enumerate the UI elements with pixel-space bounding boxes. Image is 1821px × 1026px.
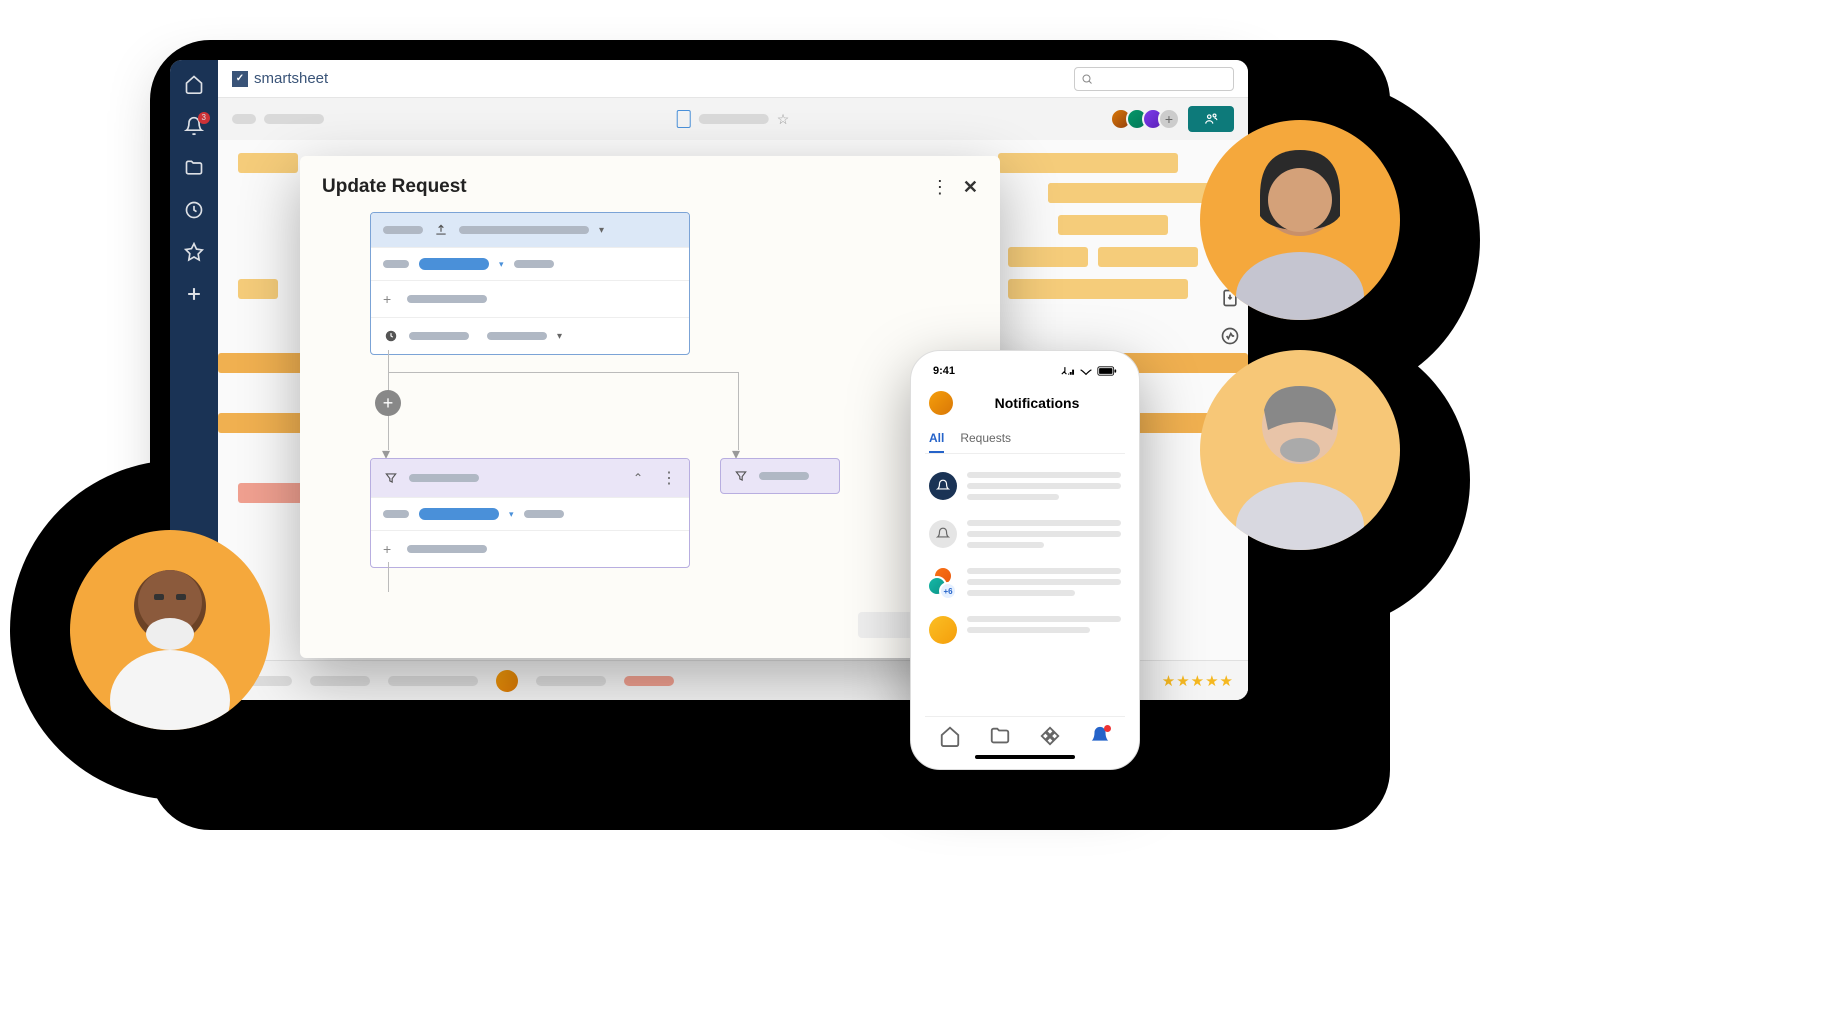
row-chip[interactable]: [419, 258, 489, 270]
star-rating[interactable]: ★★★★★: [1162, 672, 1234, 690]
notification-badge: 3: [198, 112, 210, 124]
row-label: [524, 510, 564, 518]
filter-icon: [733, 468, 749, 484]
update-request-modal: Update Request ⋮ ✕ ▾ ▾ +: [300, 156, 1000, 658]
persona-avatar: [1200, 350, 1400, 550]
phone-bottom-nav: [925, 716, 1125, 751]
clock-icon: [383, 328, 399, 344]
bell-icon: [929, 472, 957, 500]
gantt-bar[interactable]: [238, 153, 298, 173]
row-label: [514, 260, 554, 268]
toolbar-item[interactable]: [264, 114, 324, 124]
footer-item[interactable]: [624, 676, 674, 686]
folder-icon[interactable]: [184, 158, 204, 178]
modal-menu-icon[interactable]: ⋮: [931, 177, 949, 198]
notification-item[interactable]: [925, 510, 1125, 558]
modal-title: Update Request: [322, 176, 467, 198]
card-label: [759, 472, 809, 480]
condition-card-collapsed[interactable]: [720, 458, 840, 494]
notification-item[interactable]: [925, 462, 1125, 510]
flow-connector: [388, 562, 389, 592]
gantt-bar[interactable]: [1008, 247, 1088, 267]
cancel-button[interactable]: [858, 612, 918, 638]
avatar-stack-icon: +6: [929, 568, 957, 596]
activity-icon[interactable]: [1220, 326, 1240, 346]
row-chip[interactable]: [419, 508, 499, 520]
document-icon: [677, 110, 691, 128]
phone-avatar[interactable]: [929, 391, 953, 415]
brand-name: smartsheet: [254, 70, 328, 87]
row-label: [383, 260, 409, 268]
row-label: [407, 545, 487, 553]
card-label: [409, 474, 479, 482]
filter-icon: [383, 470, 399, 486]
bell-icon: [929, 520, 957, 548]
row-label: [409, 332, 469, 340]
add-node-button[interactable]: +: [375, 390, 401, 416]
plus-icon[interactable]: [184, 284, 204, 304]
card-label: [383, 226, 423, 234]
row-label: [383, 510, 409, 518]
home-indicator: [975, 755, 1075, 759]
upload-icon: [433, 222, 449, 238]
phone-tabs: All Requests: [925, 425, 1125, 454]
condition-card[interactable]: ⌃ ⋮ ▾ +: [370, 458, 690, 568]
nav-apps-icon[interactable]: [1039, 725, 1061, 747]
home-icon[interactable]: [184, 74, 204, 94]
tab-all[interactable]: All: [929, 425, 944, 453]
toolbar-item[interactable]: [232, 114, 256, 124]
flow-connector: [738, 372, 739, 450]
persona-avatar: [1200, 120, 1400, 320]
clock-icon[interactable]: [184, 200, 204, 220]
nav-home-icon[interactable]: [939, 725, 961, 747]
chevron-up-icon[interactable]: ⌃: [633, 471, 643, 485]
phone-title: Notifications: [995, 395, 1080, 411]
row-label: [487, 332, 547, 340]
close-icon[interactable]: ✕: [963, 177, 978, 198]
card-menu-icon[interactable]: ⋮: [661, 468, 677, 488]
topbar: ✓ smartsheet: [218, 60, 1248, 98]
gantt-bar[interactable]: [1058, 215, 1168, 235]
status-time: 9:41: [933, 365, 955, 377]
bell-icon[interactable]: 3: [184, 116, 204, 136]
mobile-preview: 9:41 Notifications All Requests +6: [910, 350, 1140, 770]
notification-list[interactable]: +6: [925, 454, 1125, 716]
favorite-star-icon[interactable]: ☆: [777, 111, 790, 128]
gantt-bar[interactable]: [998, 153, 1178, 173]
card-label: [459, 226, 589, 234]
collaborator-avatars[interactable]: +: [1116, 108, 1180, 130]
footer-item[interactable]: [388, 676, 478, 686]
gantt-bar[interactable]: [1008, 279, 1188, 299]
status-bar: 9:41: [925, 361, 1125, 381]
avatar-more[interactable]: +: [1158, 108, 1180, 130]
toolbar: ☆ +: [218, 98, 1248, 140]
notification-item[interactable]: +6: [925, 558, 1125, 606]
gantt-bar[interactable]: [1098, 247, 1198, 267]
star-icon[interactable]: [184, 242, 204, 262]
tab-requests[interactable]: Requests: [960, 425, 1011, 453]
add-row-icon[interactable]: +: [383, 541, 397, 557]
search-input[interactable]: [1074, 67, 1234, 91]
share-button[interactable]: [1188, 106, 1234, 132]
nav-folder-icon[interactable]: [989, 725, 1011, 747]
footer-item[interactable]: [310, 676, 370, 686]
trigger-card[interactable]: ▾ ▾ + ▾: [370, 212, 690, 355]
row-label: [407, 295, 487, 303]
persona-avatar: [70, 530, 270, 730]
add-row-icon[interactable]: +: [383, 291, 397, 307]
avatar-icon: [929, 616, 957, 644]
flow-connector: [388, 372, 738, 373]
nav-bell-icon[interactable]: [1089, 725, 1111, 747]
footer-item[interactable]: [536, 676, 606, 686]
notification-item[interactable]: [925, 606, 1125, 654]
document-title[interactable]: [699, 114, 769, 124]
logo[interactable]: ✓ smartsheet: [232, 70, 328, 87]
logo-mark-icon: ✓: [232, 71, 248, 87]
footer-avatar[interactable]: [496, 670, 518, 692]
gantt-bar[interactable]: [238, 279, 278, 299]
